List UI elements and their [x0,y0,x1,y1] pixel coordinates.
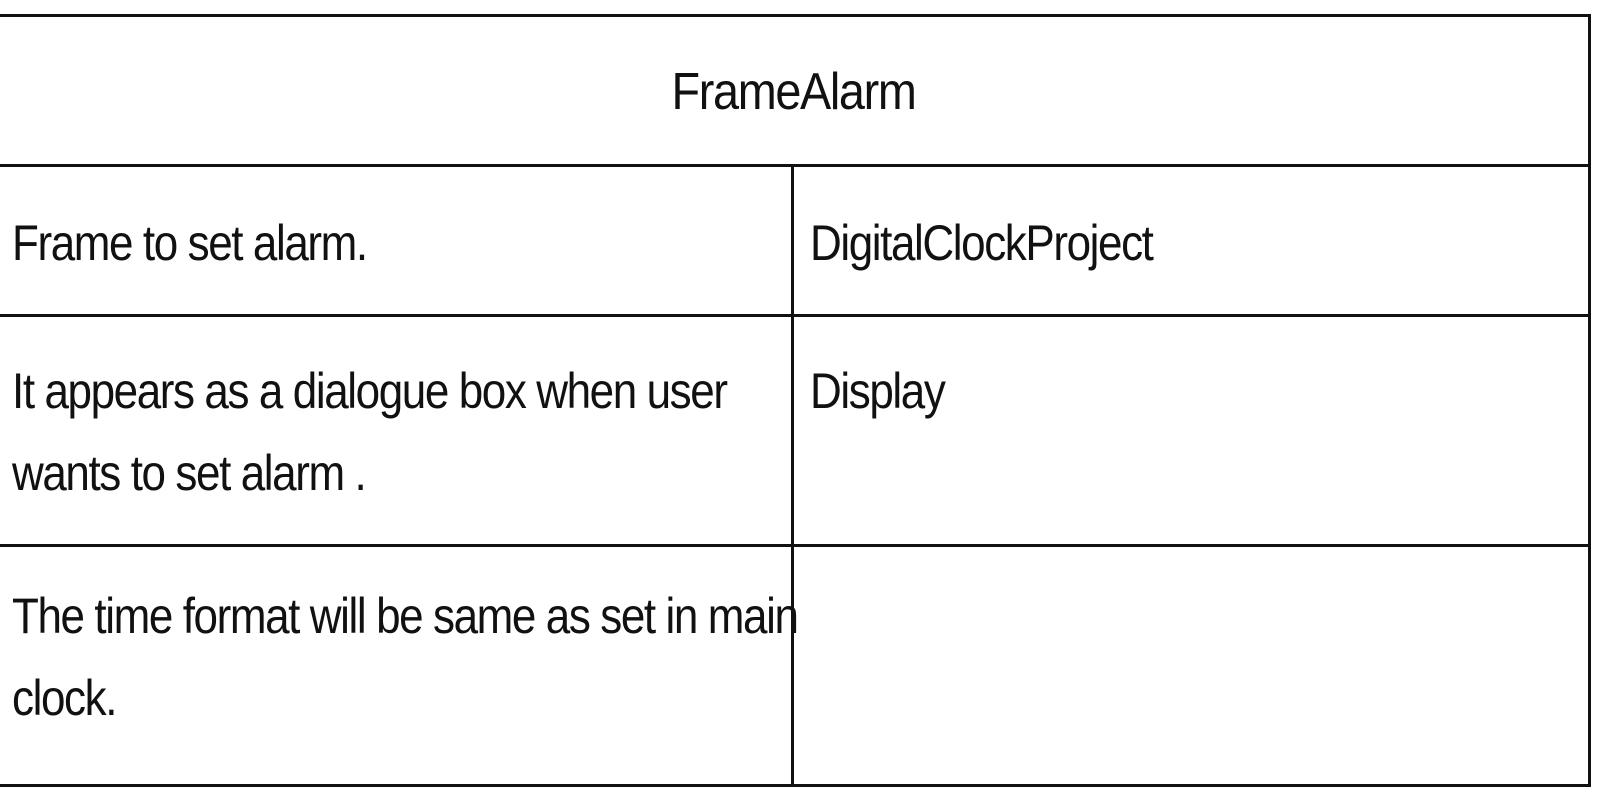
card-title-row: FrameAlarm [0,17,1588,167]
crc-card: FrameAlarm Frame to set alarm. DigitalCl… [0,14,1591,787]
collaborator-2: Display [810,363,946,419]
collaborator-1: DigitalClockProject [810,215,1154,271]
row-divider [0,314,1588,317]
responsibility-1-line-1: Frame to set alarm. [12,215,368,271]
responsibility-2-line-1: It appears as a dialogue box when user [12,363,728,419]
responsibility-2: It appears as a dialogue box when user w… [12,350,728,514]
card-title: FrameAlarm [672,62,917,121]
responsibility-1: Frame to set alarm. [12,202,368,284]
row-divider [0,544,1588,547]
responsibility-2-line-2: wants to set alarm . [12,445,367,501]
responsibility-3: The time format will be same as set in m… [12,575,799,739]
responsibility-3-line-2: clock. [12,670,117,726]
card-body: Frame to set alarm. DigitalClockProject … [0,167,1588,784]
responsibility-3-line-1: The time format will be same as set in m… [12,588,799,644]
